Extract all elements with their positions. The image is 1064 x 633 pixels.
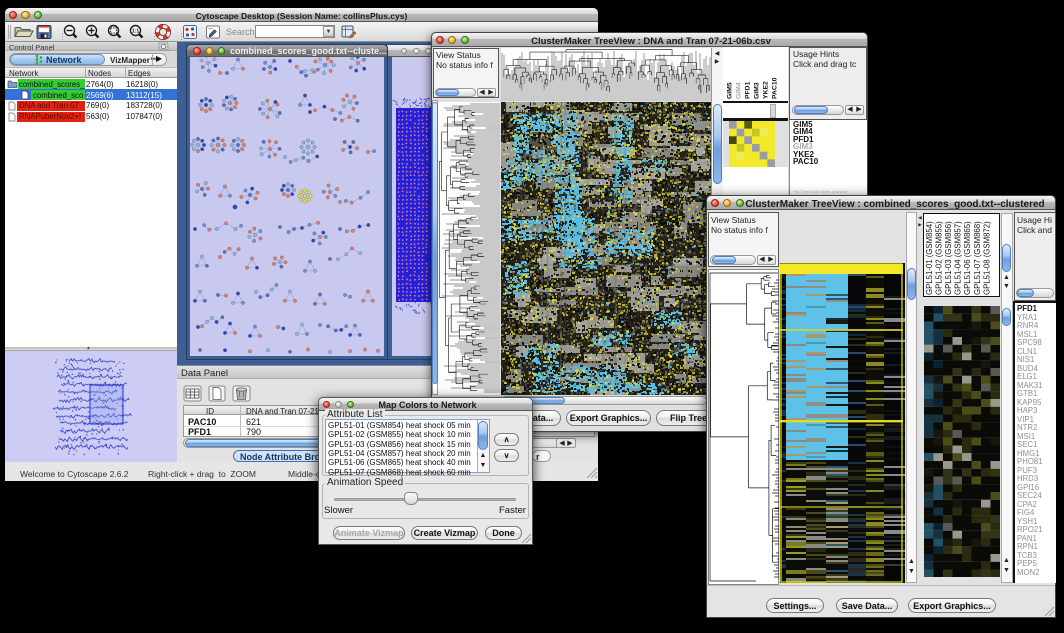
svg-text:YKE2: YKE2 [763, 81, 770, 99]
svg-text:GPL51-06 (GSM865): GPL51-06 (GSM865) [963, 221, 972, 295]
svg-text:GPL51-07 (GSM868): GPL51-07 (GSM868) [973, 221, 982, 295]
svg-text:GPL51-03 (GSM856): GPL51-03 (GSM856) [944, 221, 953, 295]
svg-text:GIM5: GIM5 [727, 82, 734, 99]
svg-text:1:1: 1:1 [132, 29, 139, 35]
svg-text:PAC10: PAC10 [772, 77, 779, 99]
svg-text:GIM4: GIM4 [736, 82, 743, 99]
svg-text:Search:: Search: [226, 27, 257, 37]
svg-text:GPL51-08 (GSM872): GPL51-08 (GSM872) [982, 221, 991, 295]
svg-text:GIM3: GIM3 [754, 82, 761, 99]
svg-text:GPL51-02 (GSM855): GPL51-02 (GSM855) [935, 221, 944, 295]
svg-text:GPL51-01 (GSM854): GPL51-01 (GSM854) [925, 221, 934, 295]
svg-text:GPL51-04 (GSM857): GPL51-04 (GSM857) [954, 221, 963, 295]
svg-text:PFD1: PFD1 [745, 81, 752, 99]
